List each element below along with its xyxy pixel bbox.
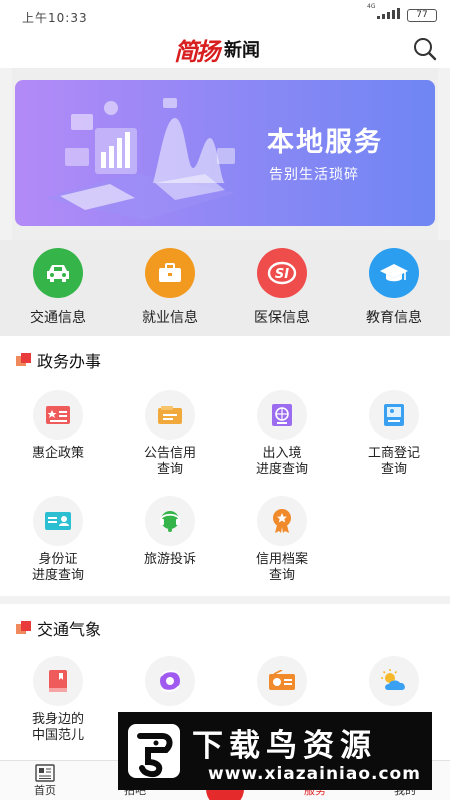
quick-item-traffic[interactable]: 交通信息	[2, 248, 114, 332]
section-marker-icon	[16, 621, 32, 635]
gov-item-id-card[interactable]: 身份证 进度查询	[2, 496, 114, 584]
gov-item-credit-file[interactable]: 信用档案 查询	[226, 496, 338, 584]
home-newspaper-icon	[35, 764, 55, 782]
quick-item-label: 教育信息	[366, 310, 422, 326]
section-marker-icon	[16, 353, 32, 367]
app-logo: 简扬 新闻	[174, 34, 260, 66]
briefcase-icon	[145, 248, 195, 298]
quick-item-label: 就业信息	[142, 310, 198, 326]
gov-item-label: 信用档案 查询	[255, 552, 308, 583]
typhoon-icon	[145, 656, 195, 706]
app-header: 简扬 新闻	[0, 30, 450, 68]
traffic-item-radio[interactable]	[226, 656, 338, 706]
section-header: 交通气象	[16, 616, 101, 640]
section-title: 政务办事	[37, 352, 102, 371]
quick-item-education[interactable]: 教育信息	[338, 248, 450, 332]
quick-item-label: 医保信息	[254, 310, 310, 326]
tab-home[interactable]: 首页	[0, 761, 90, 800]
radio-icon	[257, 656, 307, 706]
status-time: 上午10:33	[22, 11, 88, 25]
section-title: 交通气象	[37, 620, 102, 639]
section-header: 政务办事	[16, 348, 101, 372]
gov-item-label: 身份证 进度查询	[31, 552, 84, 583]
gov-item-label: 惠企政策	[31, 446, 84, 461]
watermark-banner: 下载鸟资源 www.xiazainiao.com	[118, 712, 432, 790]
traffic-item-weather[interactable]	[338, 656, 450, 706]
gov-item-exit-entry[interactable]: 出入境 进度查询	[226, 390, 338, 478]
gov-item-label: 公告信用 查询	[143, 446, 196, 477]
traffic-item-label: 我身边的 中国范儿	[31, 712, 84, 743]
quick-item-label: 交通信息	[30, 310, 86, 326]
signal-icon: 4G	[367, 3, 400, 19]
watermark-title: 下载鸟资源	[192, 728, 377, 764]
customer-service-icon	[145, 496, 195, 546]
business-registration-icon	[369, 390, 419, 440]
social-insurance-icon: SI	[257, 248, 307, 298]
svg-text:SI: SI	[275, 267, 289, 282]
banner-title: 本地服务	[267, 127, 383, 158]
tab-label: 首页	[34, 784, 56, 797]
search-icon[interactable]	[412, 36, 438, 62]
weather-icon	[369, 656, 419, 706]
banner-area: 本地服务 告别生活琐碎	[12, 68, 438, 240]
gov-item-tourism-complaint[interactable]: 旅游投诉	[114, 496, 226, 568]
status-bar: 上午10:33 4G 77	[0, 0, 450, 30]
banner-illustration	[45, 98, 235, 220]
gov-item-label: 旅游投诉	[143, 552, 196, 567]
traffic-item-china-style[interactable]: 我身边的 中国范儿	[2, 656, 114, 744]
gov-item-business-registration[interactable]: 工商登记 查询	[338, 390, 450, 478]
quick-item-medical[interactable]: SI 医保信息	[226, 248, 338, 332]
network-type: 4G	[367, 3, 376, 10]
gov-item-label: 工商登记 查询	[367, 446, 420, 477]
id-card-icon	[33, 496, 83, 546]
gov-item-credit-notice[interactable]: 公告信用 查询	[114, 390, 226, 478]
quick-services: 交通信息 就业信息 SI 医保信息 教育信息	[0, 240, 450, 336]
graduation-cap-icon	[369, 248, 419, 298]
logo-script: 简扬	[174, 36, 220, 66]
policy-card-icon	[33, 390, 83, 440]
logo-text: 新闻	[224, 40, 260, 61]
book-icon	[33, 656, 83, 706]
battery-icon: 77	[407, 9, 437, 22]
banner-subtitle: 告别生活琐碎	[269, 167, 359, 183]
notice-wallet-icon	[145, 390, 195, 440]
credit-badge-icon	[257, 496, 307, 546]
passport-icon	[257, 390, 307, 440]
quick-item-jobs[interactable]: 就业信息	[114, 248, 226, 332]
local-service-banner[interactable]: 本地服务 告别生活琐碎	[15, 80, 435, 226]
government-section: 政务办事 惠企政策 公告信用 查询 出入境 进度查询 工商登记 查询 身份证 进度查询	[0, 336, 450, 596]
watermark-url: www.xiazainiao.com	[208, 764, 421, 784]
gov-item-policy[interactable]: 惠企政策	[2, 390, 114, 462]
car-icon	[33, 248, 83, 298]
traffic-item-typhoon[interactable]	[114, 656, 226, 706]
bird-logo-icon	[128, 724, 180, 778]
gov-item-label: 出入境 进度查询	[255, 446, 308, 477]
